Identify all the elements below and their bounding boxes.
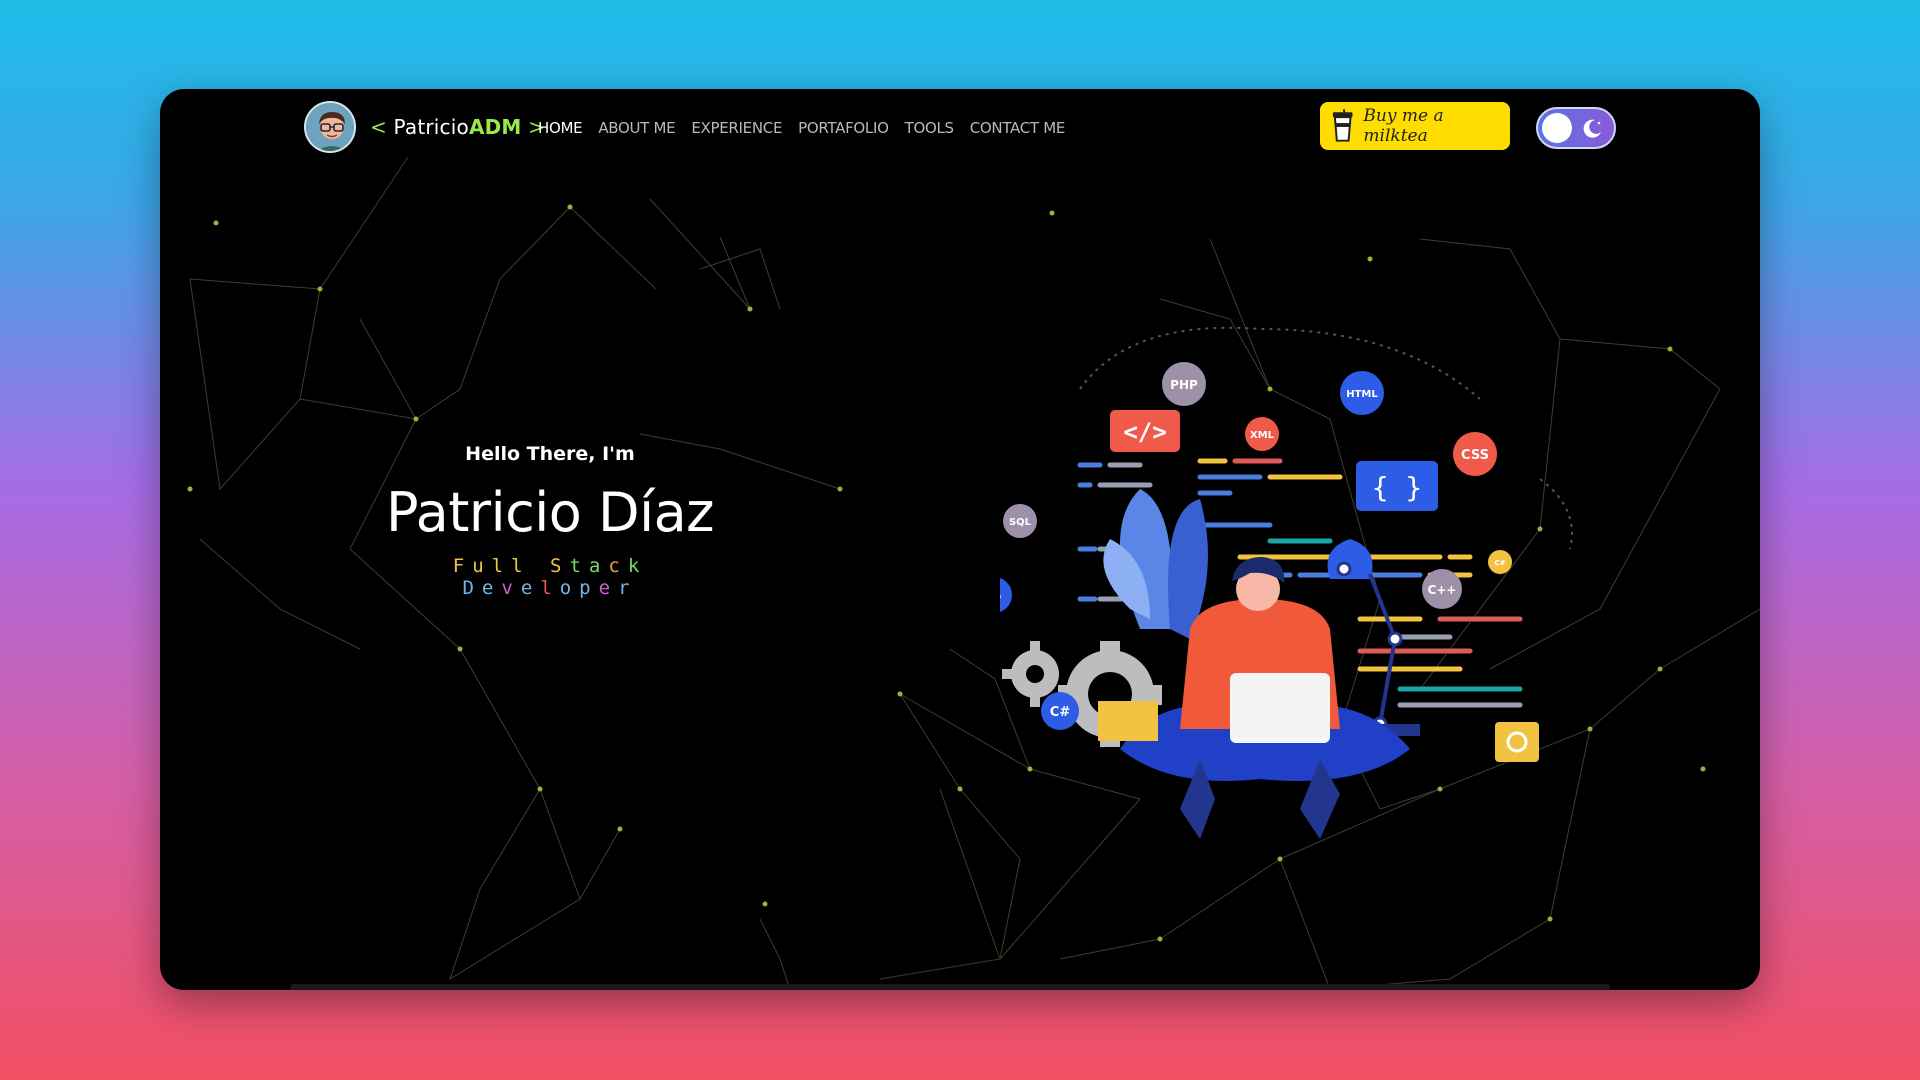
hero-greeting: Hello There, I'm xyxy=(465,443,635,465)
nav-links: HOME ABOUT ME EXPERIENCE PORTAFOLIO TOOL… xyxy=(538,119,1065,137)
buy-milktea-button[interactable]: Buy me a milktea xyxy=(1320,102,1510,150)
js-badge-text: JS xyxy=(1000,588,1002,604)
cpp-badge-text: C++ xyxy=(1428,583,1457,597)
brand-open-bracket: < xyxy=(370,115,394,139)
role-letter: D xyxy=(462,577,482,599)
top-navbar: < PatricioADM > HOME ABOUT ME EXPERIENCE… xyxy=(160,89,1760,169)
xml-badge-text: XML xyxy=(1250,430,1275,441)
role-letter: c xyxy=(608,555,628,577)
role-letter: l xyxy=(491,555,512,577)
developer-illustration: </> { } PHP HTML XML CSS SQL C++ C# C# xyxy=(1000,326,1573,839)
braces-text: { } xyxy=(1372,471,1423,504)
css-badge-text: CSS xyxy=(1461,448,1489,463)
role-word: Full xyxy=(453,555,531,577)
nav-link-about-me[interactable]: ABOUT ME xyxy=(598,119,675,137)
brand-accent: ADM xyxy=(468,115,522,139)
moon-icon xyxy=(1583,119,1601,138)
role-word: Developer xyxy=(462,577,637,599)
page-bottom-edge xyxy=(290,984,1610,990)
nav-link-home[interactable]: HOME xyxy=(538,119,583,137)
role-word: Stack xyxy=(550,555,647,577)
role-letter: l xyxy=(511,555,531,577)
role-letter: p xyxy=(579,577,599,599)
role-letter: l xyxy=(540,577,560,599)
code-tag-text: </> xyxy=(1123,418,1166,446)
nav-link-experience[interactable]: EXPERIENCE xyxy=(691,119,782,137)
role-letter: S xyxy=(550,555,570,577)
role-letter: F xyxy=(452,555,473,577)
hero-role: Full Stack Developer xyxy=(380,555,720,599)
role-letter: r xyxy=(618,577,638,599)
role-letter: a xyxy=(588,555,609,577)
avatar-illustration-icon xyxy=(306,103,354,151)
csharp-badge-text: C# xyxy=(1050,705,1071,720)
role-letter: v xyxy=(501,577,521,599)
role-letter: e xyxy=(481,577,502,599)
theme-toggle[interactable] xyxy=(1536,107,1616,149)
nav-link-contact-me[interactable]: CONTACT ME xyxy=(970,119,1066,137)
profile-avatar[interactable] xyxy=(304,101,356,153)
php-badge-text: PHP xyxy=(1170,378,1198,392)
js-badge xyxy=(1000,578,1012,612)
role-letter: k xyxy=(627,555,648,577)
role-letter: e xyxy=(520,577,541,599)
role-letter: u xyxy=(472,555,492,577)
html-badge-text: HTML xyxy=(1346,389,1378,400)
nav-link-tools[interactable]: TOOLS xyxy=(905,119,954,137)
role-letter: t xyxy=(569,555,589,577)
milktea-cup-icon xyxy=(1332,109,1353,142)
hero-name: Patricio Díaz xyxy=(385,481,715,544)
brand-name: Patricio xyxy=(393,115,469,139)
brand-logo[interactable]: < PatricioADM > xyxy=(370,115,545,139)
role-letter: e xyxy=(598,577,619,599)
role-letter: o xyxy=(559,577,580,599)
milktea-label: Buy me a milktea xyxy=(1363,106,1444,146)
browser-window: < PatricioADM > HOME ABOUT ME EXPERIENCE… xyxy=(160,89,1760,990)
sql-badge-text: SQL xyxy=(1009,517,1032,528)
nav-link-portafolio[interactable]: PORTAFOLIO xyxy=(798,119,889,137)
small-csharp-badge-text: C# xyxy=(1494,559,1505,567)
toggle-knob xyxy=(1542,113,1572,143)
